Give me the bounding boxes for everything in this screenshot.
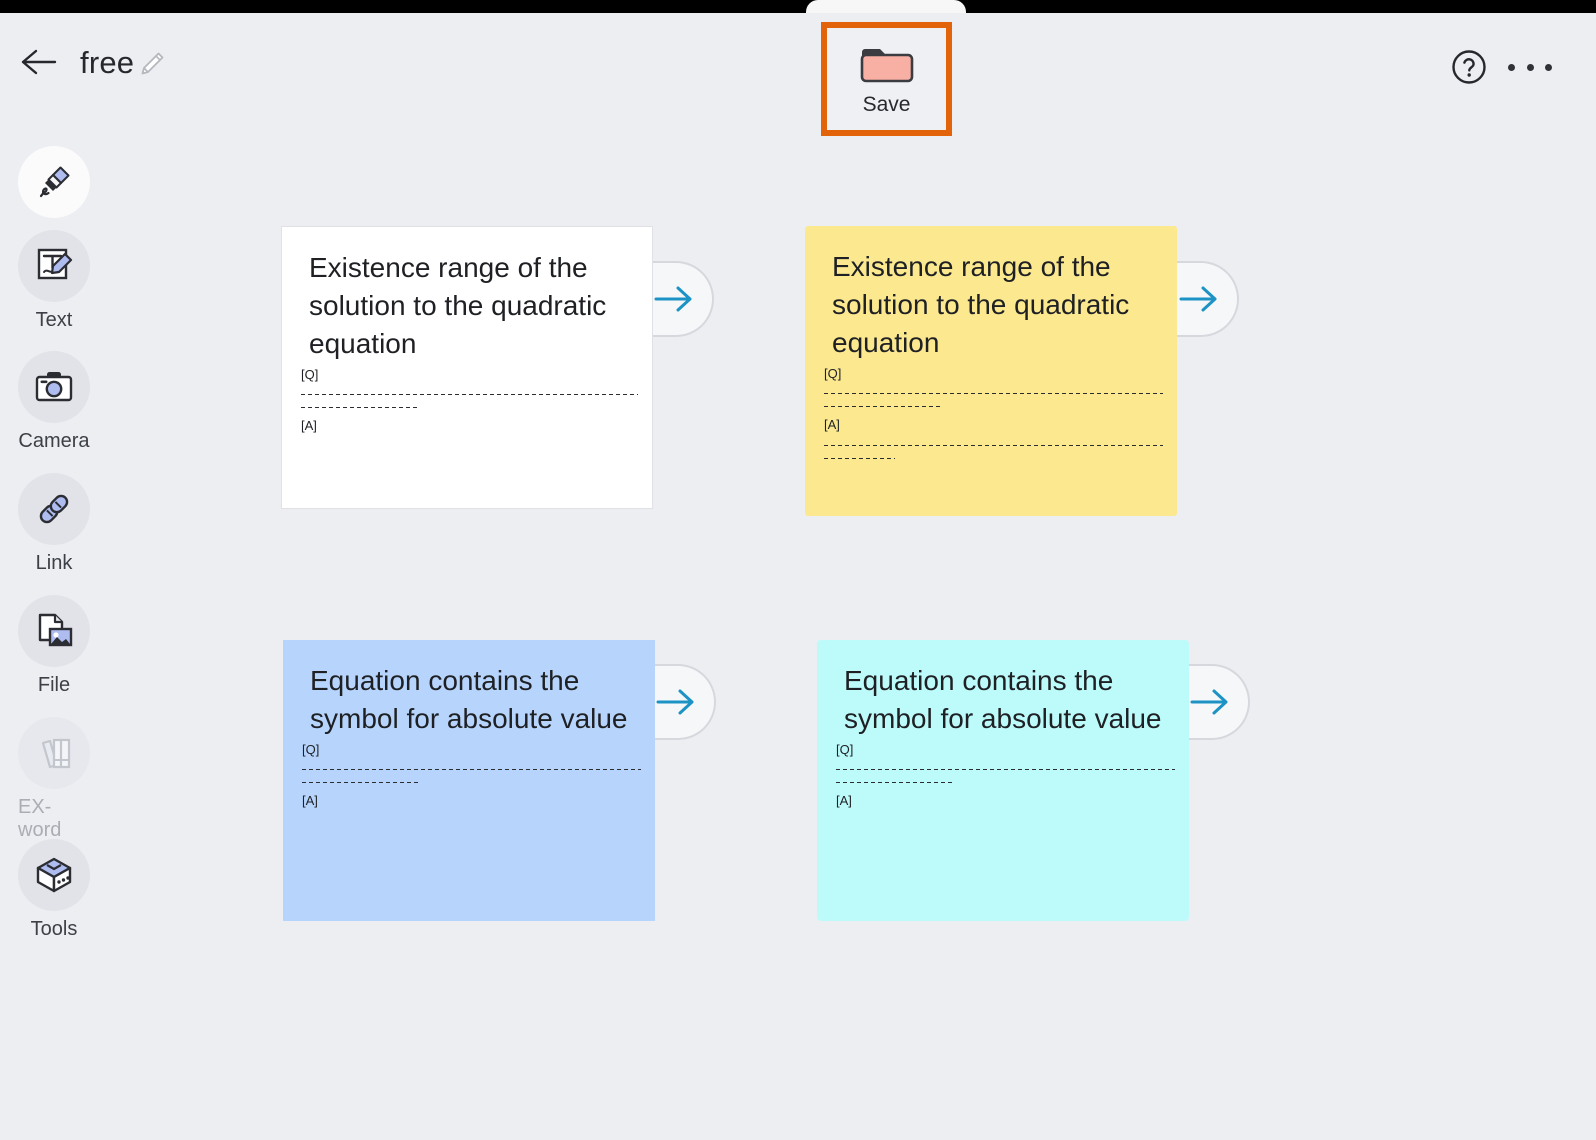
save-button[interactable]: Save xyxy=(821,22,952,136)
card-title: Existence range of the solution to the q… xyxy=(309,252,607,360)
camera-bubble xyxy=(18,351,90,423)
sidebar-item-text[interactable]: Text xyxy=(18,230,90,332)
content-line xyxy=(301,394,638,396)
more-dot xyxy=(1526,63,1534,71)
sidebar-item-ex-word[interactable]: EX-word xyxy=(18,717,90,842)
help-button[interactable] xyxy=(1450,48,1488,86)
file-bubble xyxy=(18,595,90,667)
more-options-button[interactable] xyxy=(1508,57,1552,77)
sidebar-item-camera[interactable]: Camera xyxy=(18,351,90,453)
page-title: free xyxy=(80,45,135,80)
sidebar-item-file[interactable]: File xyxy=(18,595,90,697)
sidebar-item-link[interactable]: Link xyxy=(18,473,90,575)
save-label: Save xyxy=(862,93,911,116)
arrow-right-icon xyxy=(654,286,692,312)
camera-icon xyxy=(35,372,73,402)
question-tag: [Q] xyxy=(301,367,319,382)
text-bubble xyxy=(18,230,90,302)
answer-tag: [A] xyxy=(301,418,317,434)
toolbox-cube-icon xyxy=(36,857,72,893)
marker-pen-icon xyxy=(39,166,70,198)
answer-tag: [A] xyxy=(824,417,840,433)
title-bar xyxy=(0,0,1596,13)
pen-bubble xyxy=(18,146,90,218)
note-card[interactable]: Equation contains the symbol for absolut… xyxy=(817,640,1189,921)
content-line xyxy=(824,406,943,408)
app-surface: free Save Text Camera Link File EX-word … xyxy=(0,13,1596,1140)
help-circle-icon xyxy=(1452,50,1486,84)
card-body: [Q] [A] xyxy=(301,366,638,434)
content-line xyxy=(302,769,641,771)
link-chain-icon xyxy=(39,494,69,524)
sidebar-item-label: Tools xyxy=(30,918,78,940)
sidebar-item-label: EX-word xyxy=(18,796,62,841)
answer-tag: [A] xyxy=(302,793,318,809)
arrow-left-icon xyxy=(21,49,57,75)
arrow-right-icon xyxy=(1179,286,1217,312)
content-line xyxy=(824,457,896,459)
file-image-icon xyxy=(38,613,73,647)
card-title: Equation contains the symbol for absolut… xyxy=(844,665,1162,735)
tool-sidebar: Text Camera Link File EX-word Tools xyxy=(0,126,108,1140)
books-icon xyxy=(41,738,71,769)
answer-tag: [A] xyxy=(836,793,852,809)
card-body: [Q] [A] xyxy=(302,741,641,809)
pencil-icon[interactable] xyxy=(139,51,165,77)
tools-bubble xyxy=(18,839,90,911)
question-tag: [Q] xyxy=(302,742,320,757)
back-button[interactable] xyxy=(21,48,57,76)
link-bubble xyxy=(18,473,90,545)
app-window: free Save Text Camera Link File EX-word … xyxy=(0,0,1596,1140)
card-body: [Q] [A] xyxy=(836,741,1175,809)
card-title: Equation contains the symbol for absolut… xyxy=(310,665,628,735)
sidebar-item-tools[interactable]: Tools xyxy=(18,839,90,941)
arrow-right-icon xyxy=(1190,689,1228,715)
text-edit-icon xyxy=(37,248,73,280)
arrow-right-icon xyxy=(656,689,694,715)
sidebar-item-pen[interactable] xyxy=(18,146,90,218)
folder-icon xyxy=(860,49,913,83)
card-body: [Q] [A] xyxy=(824,365,1163,470)
note-card[interactable]: Equation contains the symbol for absolut… xyxy=(283,640,655,921)
app-header: free Save xyxy=(0,13,1596,136)
sidebar-item-label: Camera xyxy=(18,430,90,452)
content-line xyxy=(824,393,1163,395)
content-line xyxy=(836,769,1175,771)
note-card[interactable]: Existence range of the solution to the q… xyxy=(805,226,1177,516)
more-dot xyxy=(1545,63,1552,71)
more-dot xyxy=(1508,63,1515,71)
sidebar-item-label: Link xyxy=(35,552,73,574)
question-tag: [Q] xyxy=(836,742,854,757)
content-line xyxy=(301,407,419,409)
card-title: Existence range of the solution to the q… xyxy=(832,251,1130,359)
ex-word-bubble xyxy=(18,717,90,789)
content-line xyxy=(302,782,421,784)
note-card[interactable]: Existence range of the solution to the q… xyxy=(281,226,653,509)
question-tag: [Q] xyxy=(824,366,842,381)
content-line xyxy=(836,782,955,784)
sidebar-item-label: File xyxy=(37,674,71,696)
sidebar-item-label: Text xyxy=(35,309,73,331)
content-line xyxy=(824,444,1163,446)
